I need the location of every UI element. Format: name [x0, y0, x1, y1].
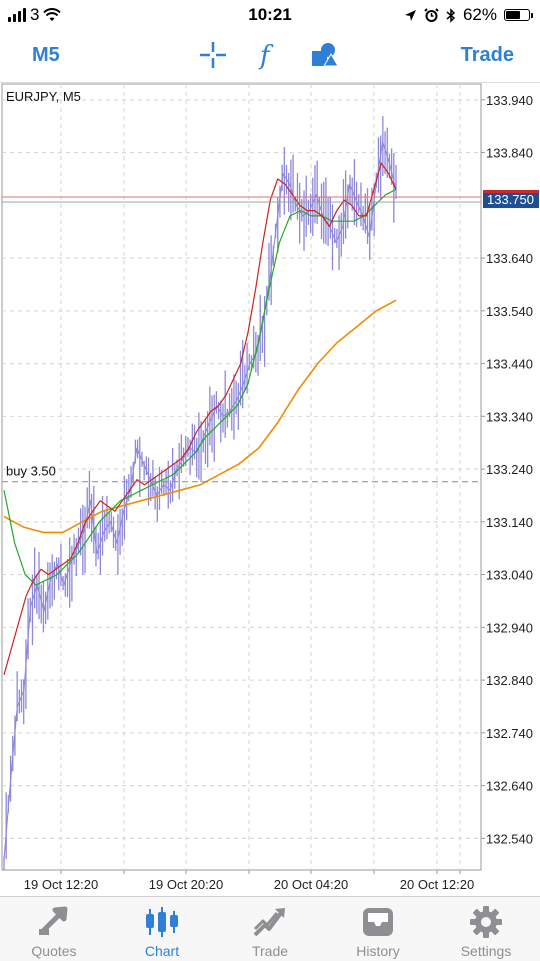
- y-tick-label: 133.840: [486, 146, 533, 161]
- symbol-label: EURJPY, M5: [6, 89, 81, 104]
- history-icon: [363, 908, 393, 936]
- price-line: [3, 141, 397, 860]
- mid-ma-line: [3, 188, 397, 586]
- bluetooth-icon: [446, 7, 456, 23]
- tab-history-label: History: [356, 943, 400, 959]
- tab-quotes-label: Quotes: [31, 943, 77, 959]
- y-tick-label: 133.440: [486, 357, 533, 372]
- tab-history[interactable]: History: [324, 897, 432, 961]
- buy-order-label: buy 3.50: [6, 464, 56, 479]
- status-right: 62%: [404, 5, 533, 25]
- trade-button[interactable]: Trade: [461, 44, 514, 67]
- chart-toolbar: M5 f Trade: [0, 30, 540, 83]
- tab-chart-label: Chart: [144, 943, 180, 959]
- location-icon: [404, 9, 416, 21]
- slow-ma-line: [3, 299, 397, 534]
- y-tick-label: 133.240: [486, 462, 533, 477]
- timeframe-button[interactable]: M5: [32, 44, 60, 67]
- y-tick-label: 133.140: [486, 515, 533, 530]
- x-tick-label: 19 Oct 20:20: [149, 877, 223, 892]
- objects-icon[interactable]: [310, 40, 340, 70]
- battery-icon: [504, 9, 533, 21]
- current-price-label: 133.750: [487, 192, 534, 207]
- y-tick-label: 132.740: [486, 726, 533, 741]
- tab-trade[interactable]: Trade: [216, 897, 324, 961]
- trade-icon: [253, 908, 285, 937]
- y-tick-label: 133.940: [486, 93, 533, 108]
- quotes-icon: [39, 906, 68, 935]
- x-tick-label: 20 Oct 04:20: [274, 877, 348, 892]
- tab-bar: Quotes Chart Trade History Settings: [0, 896, 540, 961]
- alarm-icon: [424, 7, 439, 22]
- y-tick-label: 133.540: [486, 304, 533, 319]
- crosshair-icon[interactable]: [198, 40, 228, 70]
- tab-settings[interactable]: Settings: [432, 897, 540, 961]
- svg-text:f: f: [258, 41, 274, 70]
- settings-icon: [470, 906, 502, 938]
- tab-chart[interactable]: Chart: [108, 897, 216, 961]
- y-tick-label: 132.840: [486, 673, 533, 688]
- status-bar: 3 10:21 62%: [0, 0, 540, 30]
- battery-percent: 62%: [462, 5, 497, 24]
- y-tick-label: 132.540: [486, 831, 533, 846]
- y-tick-label: 133.640: [486, 251, 533, 266]
- x-tick-label: 19 Oct 12:20: [24, 877, 98, 892]
- y-tick-label: 132.640: [486, 779, 533, 794]
- tab-quotes[interactable]: Quotes: [0, 897, 108, 961]
- y-tick-label: 133.040: [486, 568, 533, 583]
- tab-settings-label: Settings: [460, 943, 512, 959]
- chart-canvas[interactable]: 133.940 133.840 133.640 133.540 133.440 133.3…: [0, 82, 540, 896]
- tab-trade-label: Trade: [251, 943, 289, 959]
- y-tick-label: 132.940: [486, 620, 533, 635]
- x-tick-label: 20 Oct 12:20: [400, 877, 474, 892]
- chart-icon: [146, 907, 178, 937]
- indicators-icon[interactable]: f: [256, 40, 282, 70]
- price-chart[interactable]: 133.940 133.840 133.640 133.540 133.440 133.3…: [0, 82, 540, 896]
- y-tick-label: 133.340: [486, 409, 533, 424]
